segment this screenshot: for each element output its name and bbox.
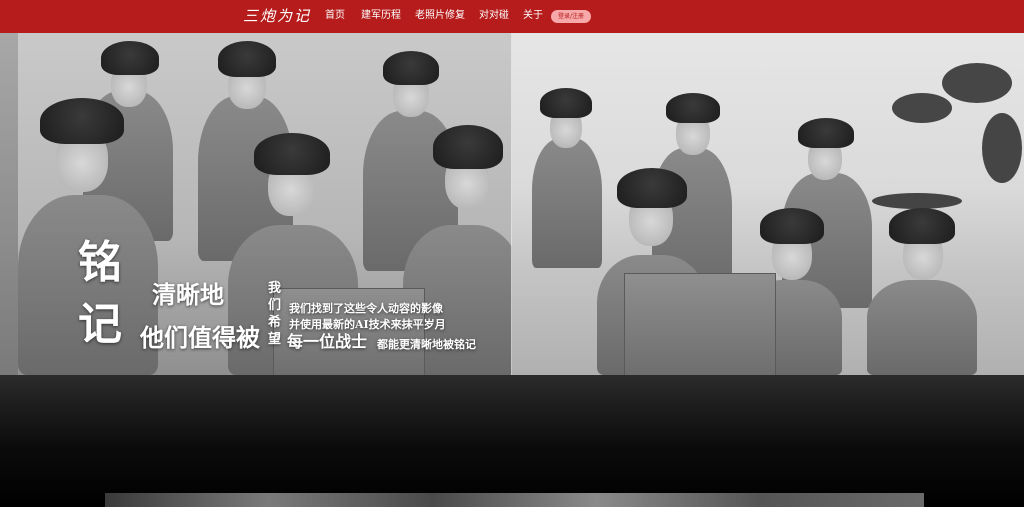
- hero-title-char-1: 铭: [78, 237, 122, 288]
- tree-branch: [942, 63, 1012, 103]
- top-nav: 三炮为记 首页 建军历程 老照片修复 对对碰 关于 登录/注册: [0, 0, 1024, 33]
- hero-line-3: 每一位战士: [287, 332, 368, 351]
- soldier-figure: [867, 208, 977, 375]
- hero-banner: 铭 记 清晰地 他们值得被 我们希望 我们找到了这些令人动容的影像 并使用最新的…: [0, 33, 1024, 375]
- nav-item-history[interactable]: 建军历程: [361, 9, 401, 23]
- banner-sign: [624, 273, 776, 375]
- nav-item-photo-restore[interactable]: 老照片修复: [415, 9, 465, 23]
- tree-branch: [982, 113, 1022, 183]
- nav-item-home[interactable]: 首页: [325, 9, 345, 23]
- hero-vertical-text: 我们希望: [268, 281, 282, 347]
- nav-item-match[interactable]: 对对碰: [479, 9, 509, 23]
- hero-edge: [0, 33, 18, 375]
- hero-photo-right: [512, 33, 1024, 375]
- hero-line-2: 他们值得被: [140, 323, 260, 352]
- hero-line-3-suffix: 都能更清晰地被铭记: [377, 338, 476, 351]
- tree-branch: [872, 193, 962, 209]
- hero-title-char-2: 记: [78, 299, 122, 350]
- tree-branch: [892, 93, 952, 123]
- hero-line-1: 清晰地: [152, 280, 224, 309]
- dark-section: [0, 375, 1024, 507]
- hero-desc-1: 我们找到了这些令人动容的影像: [289, 302, 443, 315]
- photo-preview-strip: [105, 493, 924, 507]
- login-register-button[interactable]: 登录/注册: [551, 10, 591, 23]
- soldier-figure: [532, 88, 602, 268]
- site-logo[interactable]: 三炮为记: [243, 6, 311, 26]
- hero-desc-2: 并使用最新的AI技术来抹平岁月: [289, 318, 446, 331]
- photo-divider: [511, 33, 512, 375]
- nav-item-about[interactable]: 关于: [523, 9, 543, 23]
